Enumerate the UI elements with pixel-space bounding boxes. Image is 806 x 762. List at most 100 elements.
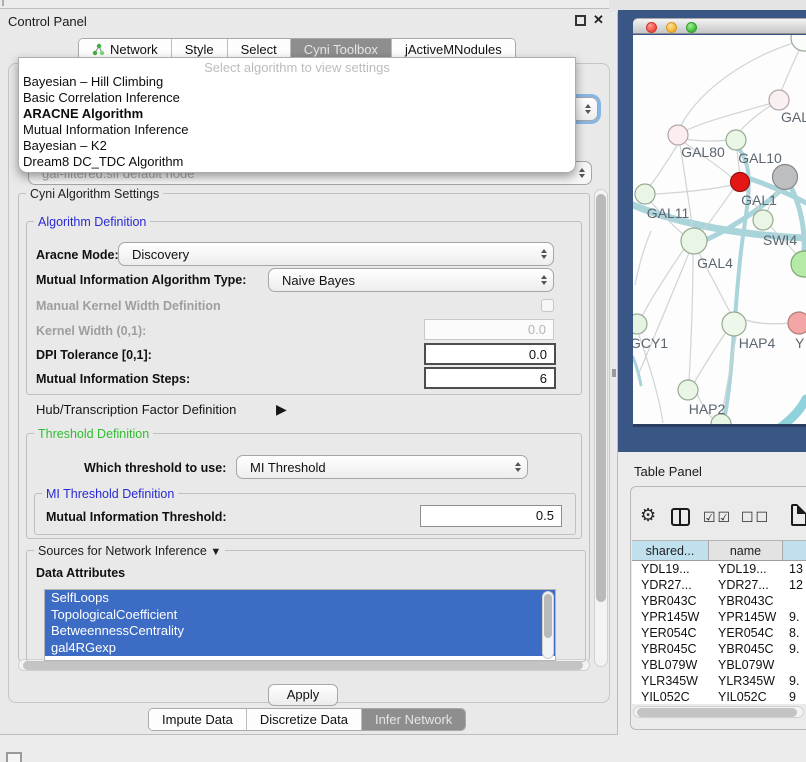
- settings-vertical-scrollbar[interactable]: [594, 189, 608, 667]
- list-item[interactable]: SelfLoops: [45, 590, 555, 607]
- table-row[interactable]: YPR145WYPR145W9.: [632, 609, 806, 625]
- tab-discretize-data[interactable]: Discretize Data: [246, 709, 361, 730]
- node-gal80[interactable]: [668, 125, 688, 145]
- combo-stepper-icon: [579, 104, 597, 114]
- table-row[interactable]: YLR345WYLR345W9.: [632, 673, 806, 689]
- tab-infer-network[interactable]: Infer Network: [361, 709, 465, 730]
- column-header-name[interactable]: name: [709, 540, 783, 561]
- select-all-checkbox-icon[interactable]: ☑☑: [703, 509, 732, 526]
- node-selected-red[interactable]: [731, 173, 750, 192]
- kernel-width-field[interactable]: 0.0: [424, 319, 554, 340]
- tab-impute-data[interactable]: Impute Data: [149, 709, 246, 730]
- table-row[interactable]: YDR27...YDR27...12: [632, 577, 806, 593]
- dropdown-hint: Select algorithm to view settings: [19, 60, 575, 75]
- node-label: Y: [795, 335, 805, 351]
- cell: 9: [783, 689, 806, 704]
- list-item[interactable]: gal4RGexp: [45, 640, 555, 657]
- which-threshold-value: MI Threshold: [237, 460, 509, 475]
- table-horizontal-scrollbar[interactable]: [633, 706, 804, 718]
- algorithm-definition-title: Algorithm Definition: [34, 215, 150, 229]
- dropdown-item[interactable]: Bayesian – K2: [23, 138, 107, 153]
- node-partial-top[interactable]: [791, 35, 806, 51]
- dpi-tolerance-field[interactable]: 0.0: [424, 343, 556, 365]
- dropdown-item[interactable]: Mutual Information Inference: [23, 122, 188, 137]
- close-traffic-light-icon[interactable]: [646, 22, 657, 33]
- splitter-handle[interactable]: [612, 369, 616, 377]
- cell: YDL19...: [709, 561, 783, 577]
- cell: YER054C: [709, 625, 783, 641]
- cell: YBR043C: [709, 593, 783, 609]
- dropdown-item[interactable]: Bayesian – Hill Climbing: [23, 74, 163, 89]
- node-gal11[interactable]: [635, 184, 655, 204]
- collapse-arrow-icon[interactable]: ▼: [210, 546, 221, 558]
- network-view-canvas[interactable]: GAL GAL80 GAL10 GAL1 GAL11 SWI4 GAL4 GCY…: [633, 35, 806, 424]
- dropdown-item-selected[interactable]: ARACNE Algorithm: [23, 106, 143, 121]
- node-gcy1[interactable]: [633, 314, 647, 334]
- node-gal4[interactable]: [681, 228, 707, 254]
- hub-definition-label[interactable]: Hub/Transcription Factor Definition: [36, 402, 236, 417]
- manual-kernel-width-checkbox[interactable]: [541, 299, 554, 312]
- list-item[interactable]: TopologicalCoefficient: [45, 607, 555, 624]
- dropdown-item[interactable]: Dream8 DC_TDC Algorithm: [23, 154, 183, 169]
- deselect-all-checkbox-icon[interactable]: ☐☐: [741, 509, 770, 526]
- cell: YPR145W: [632, 609, 709, 625]
- node-salmon[interactable]: [788, 312, 806, 334]
- cell: YBL079W: [632, 657, 709, 673]
- node-gal10[interactable]: [726, 130, 746, 150]
- node-hap2[interactable]: [678, 380, 698, 400]
- mi-type-value: Naive Bayes: [269, 273, 535, 288]
- network-window-titlebar[interactable]: [633, 18, 806, 34]
- node-label: GAL11: [647, 205, 690, 221]
- apply-button[interactable]: Apply: [268, 684, 338, 706]
- scrollbar-thumb[interactable]: [637, 708, 797, 717]
- cell: [783, 593, 806, 609]
- mi-threshold-field[interactable]: 0.5: [420, 505, 562, 527]
- expand-arrow-icon[interactable]: ▶: [276, 401, 287, 418]
- gear-icon[interactable]: ⚙: [640, 505, 656, 526]
- node-label: GAL10: [738, 150, 782, 166]
- column-header-partial[interactable]: [783, 540, 806, 561]
- node-gal-top[interactable]: [769, 90, 789, 110]
- minimize-traffic-light-icon[interactable]: [666, 22, 677, 33]
- scrollbar-thumb[interactable]: [596, 194, 606, 602]
- table-row[interactable]: YBR045CYBR045C9.: [632, 641, 806, 657]
- scrollbar-thumb[interactable]: [544, 594, 552, 638]
- list-item[interactable]: BetweennessCentrality: [45, 623, 555, 640]
- mi-steps-field[interactable]: 6: [424, 367, 556, 389]
- cell: YBL079W: [709, 657, 783, 673]
- column-header-shared-name[interactable]: shared...: [632, 540, 709, 561]
- table-row[interactable]: YBL079WYBL079W: [632, 657, 806, 673]
- node-hap4[interactable]: [722, 312, 746, 336]
- table-row[interactable]: YDL19...YDL19...13: [632, 561, 806, 577]
- combo-stepper-icon: [509, 462, 527, 472]
- node-label: SWI4: [763, 232, 797, 248]
- float-panel-icon[interactable]: [575, 15, 586, 26]
- sources-group-title: Sources for Network Inference ▼: [34, 544, 225, 558]
- close-icon[interactable]: ✕: [593, 12, 604, 28]
- table-row[interactable]: YIL052CYIL052C9: [632, 689, 806, 704]
- table-row[interactable]: YER054CYER054C8.: [632, 625, 806, 641]
- node-label: GCY1: [633, 335, 668, 351]
- data-attributes-list[interactable]: SelfLoops TopologicalCoefficient Between…: [44, 589, 556, 661]
- bottom-left-partial-icon[interactable]: [6, 752, 22, 762]
- threshold-definition-title: Threshold Definition: [34, 427, 153, 441]
- attribute-list-scrollbar[interactable]: [542, 591, 554, 659]
- node-gray[interactable]: [773, 165, 798, 190]
- cell: YIL052C: [632, 689, 709, 704]
- table-body[interactable]: YDL19...YDL19...13 YDR27...YDR27...12 YB…: [632, 561, 806, 704]
- scrollbar-thumb[interactable]: [23, 661, 583, 670]
- table-row[interactable]: YBR043CYBR043C: [632, 593, 806, 609]
- which-threshold-combobox[interactable]: MI Threshold: [236, 455, 528, 479]
- aracne-mode-combobox[interactable]: Discovery: [118, 242, 554, 266]
- control-panel-window: Control Panel ✕ Network Style Select Cyn…: [0, 8, 618, 735]
- node-gal1[interactable]: [753, 210, 773, 230]
- split-panel-icon[interactable]: [671, 508, 690, 526]
- zoom-traffic-light-icon[interactable]: [686, 22, 697, 33]
- mi-algorithm-type-combobox[interactable]: Naive Bayes: [268, 268, 554, 292]
- network-icon: [92, 43, 105, 56]
- import-table-icon[interactable]: [791, 504, 806, 526]
- cell: YIL052C: [709, 689, 783, 704]
- network-window-shadow: [633, 424, 806, 427]
- dropdown-item[interactable]: Basic Correlation Inference: [23, 90, 180, 105]
- node-bright-green[interactable]: [791, 251, 806, 277]
